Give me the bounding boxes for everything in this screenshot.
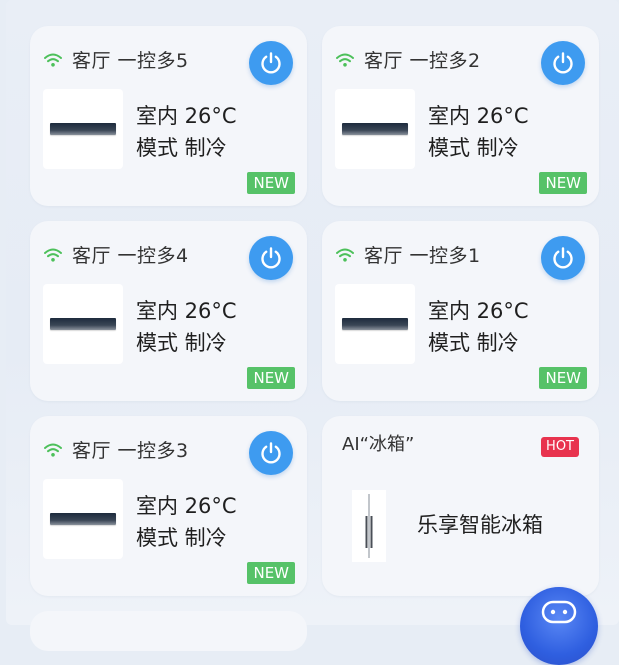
wifi-icon [44,248,62,262]
device-card[interactable]: 客厅 一控多5 室内 26°C 模式 制冷 NEW [30,26,307,206]
power-icon [261,247,281,269]
device-info: 室内 26°C 模式 制冷 [136,100,237,164]
indoor-temperature: 室内 26°C [428,104,529,128]
new-badge: NEW [539,367,587,389]
device-name: 客厅 一控多3 [72,440,189,462]
device-info: 室内 26°C 模式 制冷 [136,295,237,359]
ac-unit-icon [342,123,408,135]
wifi-icon [336,53,354,67]
device-name: 客厅 一控多1 [364,245,481,267]
power-button[interactable] [249,431,293,475]
device-image [43,284,123,364]
new-badge: NEW [247,172,295,194]
mode-status: 模式 制冷 [136,136,227,160]
indoor-temperature: 室内 26°C [136,494,237,518]
promo-text: 乐享智能冰箱 [417,513,543,537]
ac-unit-icon [342,318,408,330]
promo-card[interactable]: AI“冰箱” HOT 乐享智能冰箱 [322,416,599,596]
fridge-icon [352,490,386,562]
wifi-icon [44,443,62,457]
mode-status: 模式 制冷 [428,331,519,355]
device-image [43,479,123,559]
new-badge: NEW [247,367,295,389]
mode-status: 模式 制冷 [136,526,227,550]
device-image [335,284,415,364]
device-card[interactable]: 客厅 一控多1 室内 26°C 模式 制冷 NEW [322,221,599,401]
power-button[interactable] [249,41,293,85]
indoor-temperature: 室内 26°C [136,104,237,128]
ac-unit-icon [50,123,116,135]
device-info: 室内 26°C 模式 制冷 [428,100,529,164]
device-name: 客厅 一控多4 [72,245,189,267]
hot-badge: HOT [541,437,579,457]
card-header: 客厅 一控多3 [44,436,189,463]
card-header: 客厅 一控多5 [44,46,189,73]
promo-title: AI“冰箱” [342,434,415,455]
indoor-temperature: 室内 26°C [428,299,529,323]
device-name: 客厅 一控多5 [72,50,189,72]
device-card-partial[interactable] [30,611,307,651]
card-header: 客厅 一控多2 [336,46,481,73]
device-grid: 客厅 一控多5 室内 26°C 模式 制冷 NEW 客厅 一控多2 室内 26°… [30,26,600,596]
power-icon [261,52,281,74]
wifi-icon [44,53,62,67]
card-header: 客厅 一控多1 [336,241,481,268]
mode-status: 模式 制冷 [136,331,227,355]
robot-icon [541,600,577,624]
device-name: 客厅 一控多2 [364,50,481,72]
power-icon [553,247,573,269]
new-badge: NEW [247,562,295,584]
power-button[interactable] [249,236,293,280]
ac-unit-icon [50,513,116,525]
wifi-icon [336,248,354,262]
device-info: 室内 26°C 模式 制冷 [136,490,237,554]
ac-unit-icon [50,318,116,330]
card-header: 客厅 一控多4 [44,241,189,268]
device-image [43,89,123,169]
power-button[interactable] [541,236,585,280]
new-badge: NEW [539,172,587,194]
mode-status: 模式 制冷 [428,136,519,160]
device-card[interactable]: 客厅 一控多4 室内 26°C 模式 制冷 NEW [30,221,307,401]
device-info: 室内 26°C 模式 制冷 [428,295,529,359]
power-icon [553,52,573,74]
power-icon [261,442,281,464]
device-card[interactable]: 客厅 一控多2 室内 26°C 模式 制冷 NEW [322,26,599,206]
indoor-temperature: 室内 26°C [136,299,237,323]
assistant-button[interactable] [520,587,598,665]
device-card[interactable]: 客厅 一控多3 室内 26°C 模式 制冷 NEW [30,416,307,596]
power-button[interactable] [541,41,585,85]
device-image [335,89,415,169]
